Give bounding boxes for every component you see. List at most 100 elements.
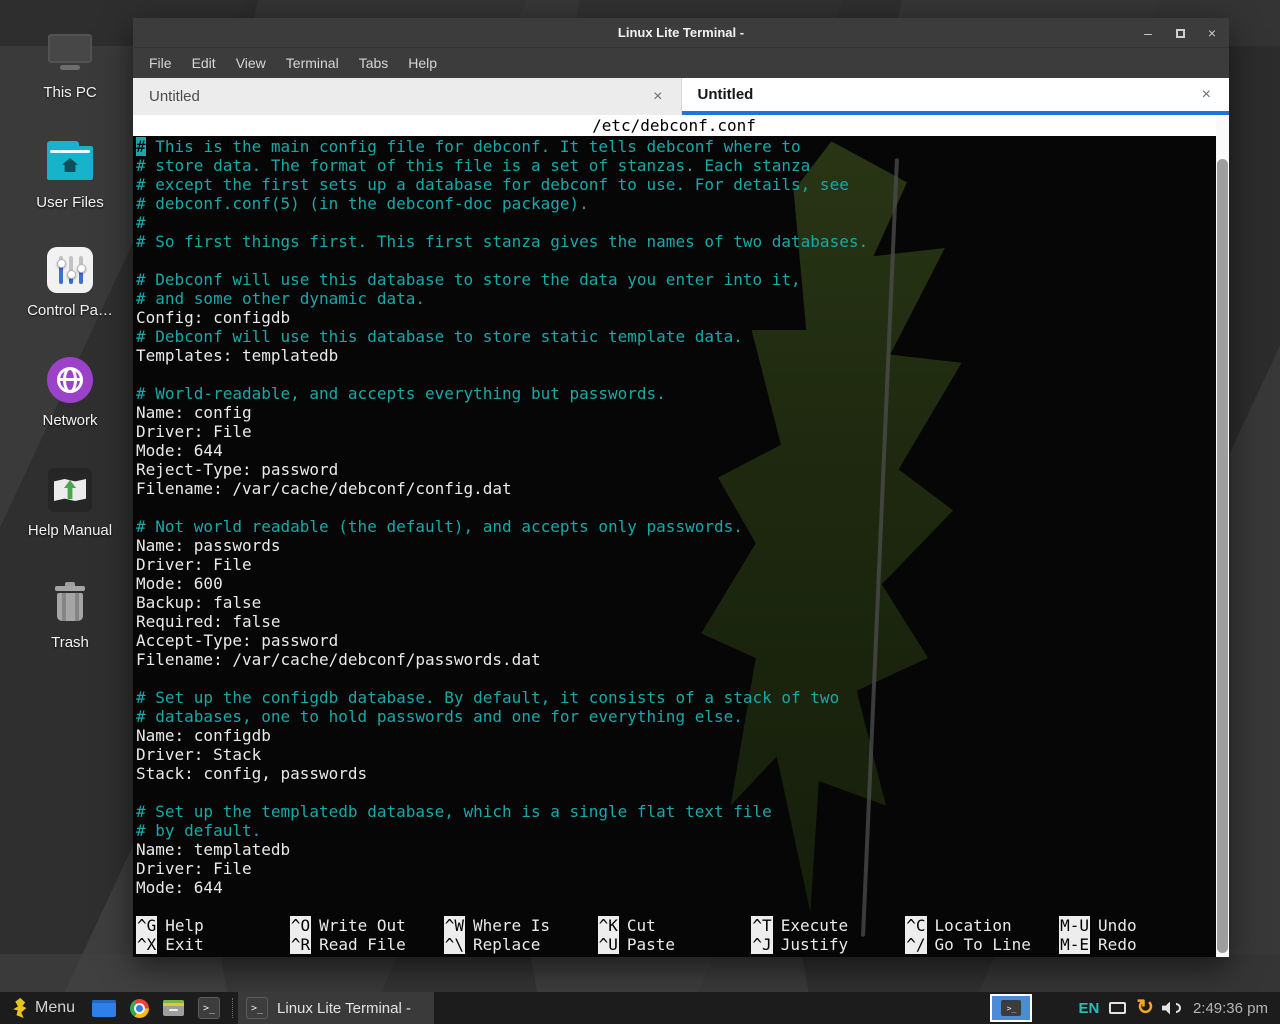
nano-shortcut[interactable]: ^RRead File xyxy=(290,935,444,954)
shortcut-label: Justify xyxy=(781,935,848,954)
terminal-line: Backup: false xyxy=(136,593,1229,612)
nano-cursor: # xyxy=(136,137,146,156)
desktop-icon-label: Control Pa… xyxy=(14,302,126,319)
nano-shortcut[interactable]: ^GHelp xyxy=(136,916,290,935)
display-icon[interactable] xyxy=(1109,1002,1126,1014)
updates-icon[interactable]: ↻ xyxy=(1136,998,1154,1018)
terminal-line: # and some other dynamic data. xyxy=(136,289,1229,308)
nano-shortcut[interactable]: ^TExecute xyxy=(751,916,905,935)
nano-shortcut[interactable]: ^KCut xyxy=(598,916,752,935)
nano-shortcut[interactable]: M-UUndo xyxy=(1059,916,1213,935)
linux-lite-feather-icon xyxy=(12,998,27,1018)
nano-shortcut[interactable]: ^JJustify xyxy=(751,935,905,954)
package-box-icon xyxy=(163,1000,184,1016)
menu-file[interactable]: File xyxy=(139,48,182,78)
window-titlebar[interactable]: Linux Lite Terminal - – × xyxy=(133,18,1229,48)
desktop-icon-label: Help Manual xyxy=(14,522,126,539)
taskbar-window-label: Linux Lite Terminal - xyxy=(277,1000,411,1017)
file-manager-launcher[interactable] xyxy=(85,992,123,1024)
terminal-line: # store data. The format of this file is… xyxy=(136,156,1229,175)
tab-bar: Untitled × Untitled × xyxy=(133,78,1229,115)
terminal-line: Accept-Type: password xyxy=(136,631,1229,650)
terminal-line: Reject-Type: password xyxy=(136,460,1229,479)
terminal-body[interactable]: # This is the main config file for debco… xyxy=(133,136,1229,897)
menu-edit[interactable]: Edit xyxy=(182,48,226,78)
terminal-line xyxy=(136,669,1229,688)
nano-shortcut[interactable]: ^CLocation xyxy=(905,916,1059,935)
nano-shortcut[interactable]: M-ERedo xyxy=(1059,935,1213,954)
desktop-icon-control-panel[interactable]: Control Pa… xyxy=(14,246,126,319)
maximize-icon[interactable] xyxy=(1173,18,1187,48)
shortcut-key: ^O xyxy=(290,916,311,935)
close-icon[interactable]: × xyxy=(1205,18,1219,48)
manual-map-icon xyxy=(46,466,94,514)
terminal-line: Filename: /var/cache/debconf/config.dat xyxy=(136,479,1229,498)
nano-shortcut[interactable]: ^WWhere Is xyxy=(444,916,598,935)
volume-icon[interactable] xyxy=(1162,1002,1181,1015)
menu-view[interactable]: View xyxy=(226,48,276,78)
terminal-line: Driver: File xyxy=(136,859,1229,878)
terminal-line: # Debconf will use this database to stor… xyxy=(136,270,1229,289)
nano-shortcut[interactable]: ^UPaste xyxy=(598,935,752,954)
menu-help[interactable]: Help xyxy=(398,48,447,78)
terminal-line: # xyxy=(136,213,1229,232)
taskbar-window-button[interactable]: >_ Linux Lite Terminal - xyxy=(238,992,434,1024)
nano-shortcut[interactable]: ^\Replace xyxy=(444,935,598,954)
terminal-view[interactable]: GNU nano 7.2 /etc/debconf.conf # This is… xyxy=(133,115,1229,957)
chrome-launcher[interactable] xyxy=(123,992,156,1024)
clock[interactable]: 2:49:36 pm xyxy=(1193,1000,1280,1017)
shortcut-label: Redo xyxy=(1098,935,1137,954)
shortcut-key: ^R xyxy=(290,935,311,954)
terminal-line: # Debconf will use this database to stor… xyxy=(136,327,1229,346)
nano-shortcut[interactable]: ^XExit xyxy=(136,935,290,954)
desktop-icon-help-manual[interactable]: Help Manual xyxy=(14,466,126,539)
nano-titlebar: GNU nano 7.2 /etc/debconf.conf xyxy=(133,115,1229,136)
software-install-launcher[interactable] xyxy=(156,992,191,1024)
desktop-icon-user-files[interactable]: User Files xyxy=(14,138,126,211)
terminal-line: Mode: 600 xyxy=(136,574,1229,593)
terminal-line xyxy=(136,251,1229,270)
globe-icon xyxy=(46,356,94,404)
tab-untitled-1[interactable]: Untitled × xyxy=(133,78,682,115)
nano-shortcut[interactable]: ^OWrite Out xyxy=(290,916,444,935)
shortcut-label: Go To Line xyxy=(935,935,1031,954)
terminal-line: # Set up the configdb database. By defau… xyxy=(136,688,1229,707)
terminal-line: # databases, one to hold passwords and o… xyxy=(136,707,1229,726)
terminal-launcher[interactable]: >_ xyxy=(191,992,227,1024)
desktop-icon-this-pc[interactable]: This PC xyxy=(14,28,126,101)
window-controls: – × xyxy=(1141,18,1219,48)
tab-close-icon[interactable]: × xyxy=(1200,86,1213,104)
scrollbar-thumb[interactable] xyxy=(1217,159,1228,953)
shortcut-key: ^/ xyxy=(905,935,926,954)
tray-terminal-indicator[interactable]: >_ xyxy=(990,994,1032,1022)
menu-tabs[interactable]: Tabs xyxy=(349,48,399,78)
tab-close-icon[interactable]: × xyxy=(651,88,664,106)
shortcut-key: ^K xyxy=(598,916,619,935)
terminal-line: Name: configdb xyxy=(136,726,1229,745)
desktop-icon-trash[interactable]: Trash xyxy=(14,578,126,651)
terminal-line: Driver: File xyxy=(136,422,1229,441)
desktop-icon-label: Network xyxy=(14,412,126,429)
tab-untitled-2[interactable]: Untitled × xyxy=(682,78,1230,115)
shortcut-label: Replace xyxy=(473,935,540,954)
nano-shortcuts-row2: ^XExit^RRead File^\Replace^UPaste^JJusti… xyxy=(136,935,1213,954)
sliders-icon xyxy=(46,246,94,294)
terminal-line: # debconf.conf(5) (in the debconf-doc pa… xyxy=(136,194,1229,213)
nano-shortcut[interactable]: ^/ Go To Line xyxy=(905,935,1059,954)
shortcut-label: Location xyxy=(935,916,1012,935)
desktop-icon-network[interactable]: Network xyxy=(14,356,126,429)
nano-shortcuts-row1: ^GHelp^OWrite Out^WWhere Is^KCut^TExecut… xyxy=(136,916,1213,935)
keyboard-layout-indicator[interactable]: EN xyxy=(1078,1000,1099,1017)
terminal-line: Driver: File xyxy=(136,555,1229,574)
minimize-icon[interactable]: – xyxy=(1141,18,1155,48)
start-menu-button[interactable]: Menu xyxy=(0,992,85,1024)
menu-bar: File Edit View Terminal Tabs Help xyxy=(133,48,1229,78)
tab-label: Untitled xyxy=(698,86,754,103)
nano-filename: /etc/debconf.conf xyxy=(133,115,1215,136)
terminal-line: Filename: /var/cache/debconf/passwords.d… xyxy=(136,650,1229,669)
menu-terminal[interactable]: Terminal xyxy=(276,48,349,78)
scrollbar-track[interactable] xyxy=(1216,115,1229,957)
file-manager-icon xyxy=(92,1000,116,1017)
shortcut-label: Execute xyxy=(781,916,848,935)
terminal-icon: >_ xyxy=(198,997,220,1019)
